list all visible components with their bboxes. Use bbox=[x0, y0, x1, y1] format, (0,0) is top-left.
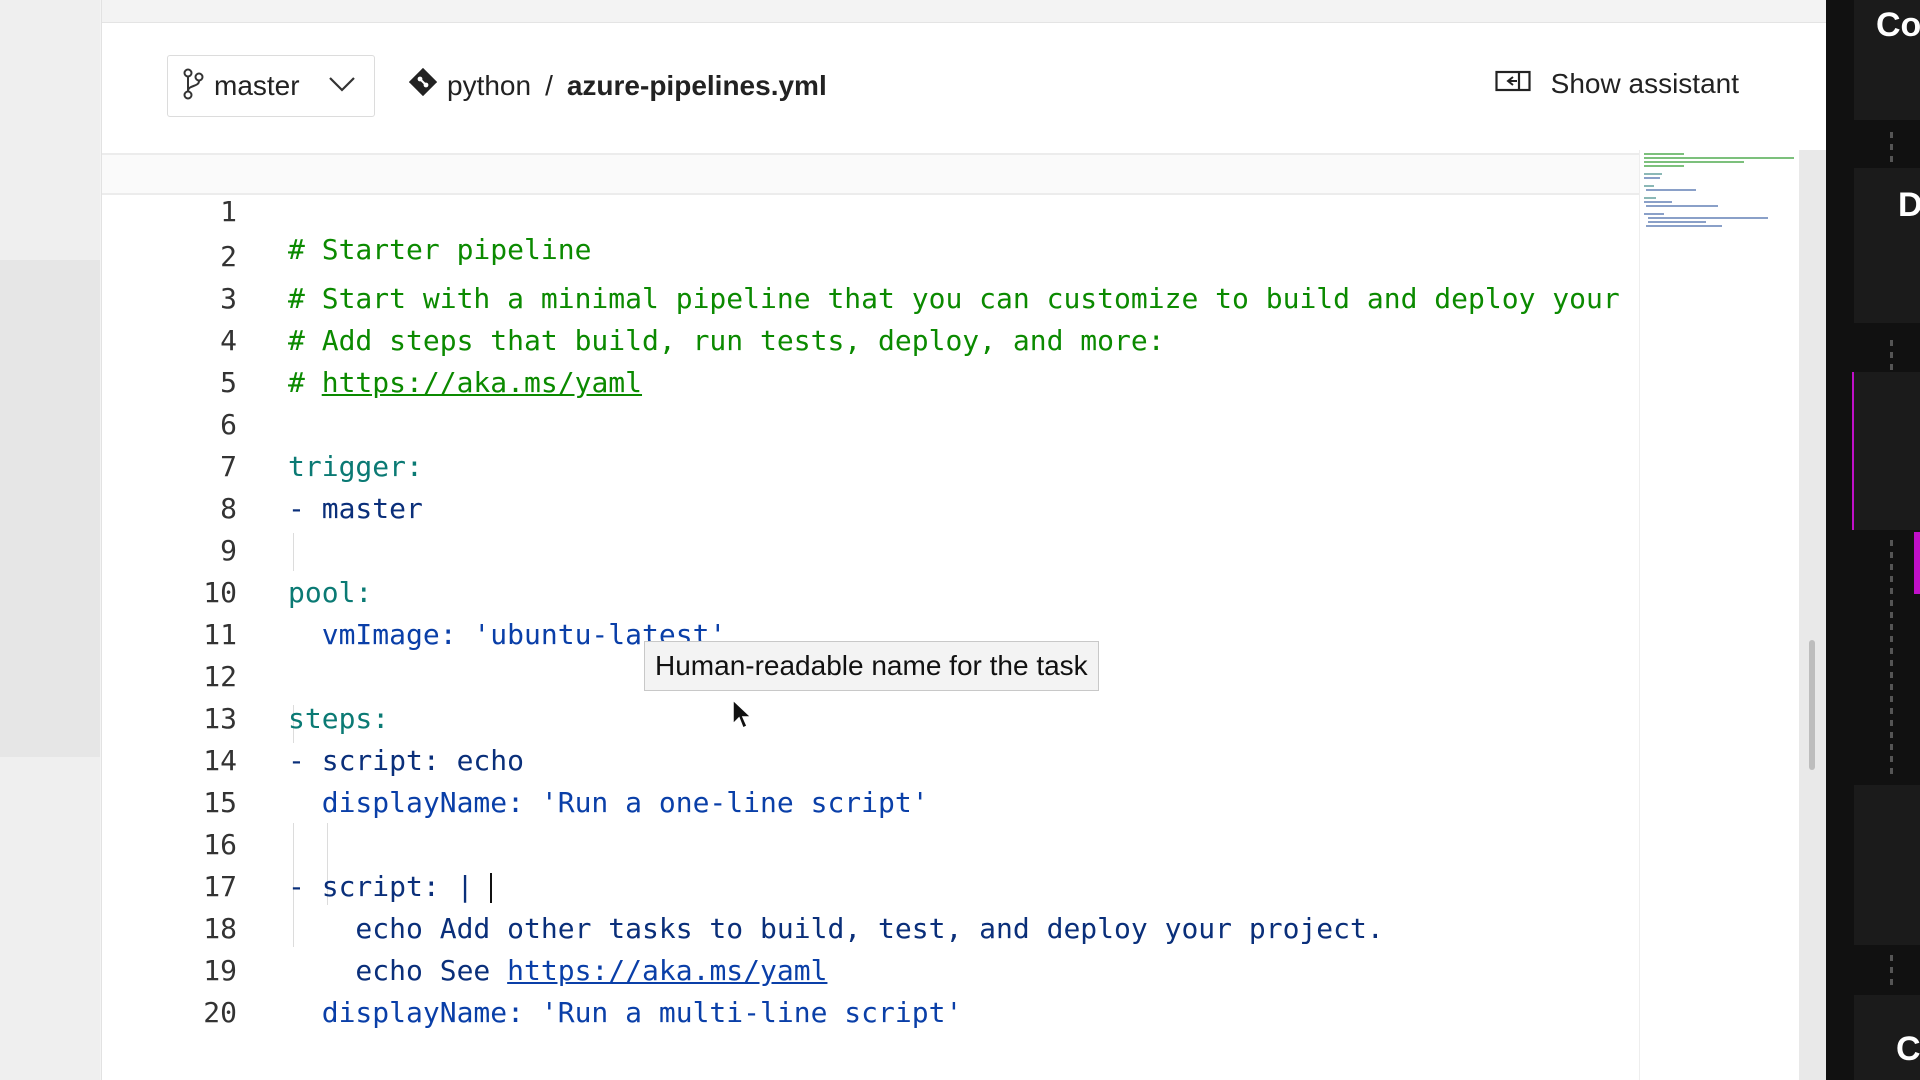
code-line: 5 bbox=[102, 320, 1639, 399]
minimap-line bbox=[1644, 185, 1654, 187]
minimap-line bbox=[1644, 197, 1656, 199]
code-line: 10 vmImage: 'ubuntu-latest' bbox=[102, 530, 1639, 651]
editor-page: master python / azure-pipelines.yml Show… bbox=[101, 0, 1827, 1080]
scrollbar-thumb[interactable] bbox=[1809, 640, 1815, 770]
code-line: 3 # Add steps that build, run tests, dep… bbox=[102, 236, 1639, 357]
branch-name: master bbox=[214, 70, 300, 101]
left-panel bbox=[0, 0, 100, 1080]
right-dark-panel: Co D C bbox=[1826, 0, 1920, 1080]
panel-label: Co bbox=[1876, 6, 1920, 44]
minimap-line bbox=[1644, 213, 1664, 215]
code-line: 6 trigger: bbox=[102, 362, 1639, 483]
code-line: 4 # https://aka.ms/yaml bbox=[102, 278, 1639, 399]
code-editor[interactable]: 1 # Starter pipeline 2 # Start with a mi… bbox=[102, 150, 1639, 1080]
code-line: 2 # Start with a minimal pipeline that y… bbox=[102, 194, 1639, 315]
panel-connector bbox=[1890, 340, 1893, 370]
panel-accent bbox=[1914, 532, 1920, 594]
show-assistant-label: Show assistant bbox=[1550, 68, 1739, 99]
code-line: 14 displayName: 'Run a one-line script' bbox=[102, 698, 1639, 819]
vertical-scrollbar[interactable] bbox=[1799, 150, 1827, 1080]
code-line: 1 # Starter pipeline bbox=[102, 153, 1639, 266]
code-line: 17 echo Add other tasks to build, test, … bbox=[102, 824, 1639, 945]
mouse-pointer-icon bbox=[732, 698, 753, 736]
assistant-panel-icon bbox=[1495, 68, 1531, 100]
breadcrumb-file: azure-pipelines.yml bbox=[566, 69, 827, 101]
panel-block bbox=[1854, 372, 1920, 530]
chevron-down-icon bbox=[328, 76, 356, 97]
line-number: 20 bbox=[203, 996, 237, 1029]
breadcrumb-separator: / bbox=[545, 69, 553, 101]
minimap-line bbox=[1644, 177, 1660, 179]
minimap-line bbox=[1644, 165, 1684, 167]
show-assistant-button[interactable]: Show assistant bbox=[1495, 68, 1739, 100]
minimap-line bbox=[1646, 205, 1718, 207]
code-line: 15 bbox=[102, 740, 1639, 819]
minimap-line bbox=[1648, 217, 1768, 219]
breadcrumb-repo[interactable]: python bbox=[447, 70, 531, 102]
code-line: 16 - script: | bbox=[102, 782, 1639, 903]
code-line: 11 bbox=[102, 572, 1639, 651]
breadcrumb: python / azure-pipelines.yml bbox=[408, 67, 827, 103]
top-band bbox=[102, 0, 1827, 23]
minimap[interactable] bbox=[1639, 150, 1800, 1080]
code-text: displayName: 'Run a multi-line script' bbox=[288, 996, 963, 1029]
panel-connector bbox=[1890, 132, 1893, 162]
hover-tooltip: Human-readable name for the task bbox=[644, 641, 1099, 691]
minimap-line bbox=[1644, 201, 1672, 203]
panel-label: C bbox=[1896, 1030, 1920, 1068]
code-line: 8 bbox=[102, 446, 1639, 525]
left-panel-section bbox=[0, 260, 100, 757]
repo-icon bbox=[408, 67, 438, 103]
minimap-line bbox=[1644, 153, 1684, 155]
code-line: 20 bbox=[102, 950, 1639, 1029]
panel-label: D bbox=[1898, 186, 1920, 224]
minimap-line bbox=[1644, 157, 1794, 159]
panel-connector bbox=[1890, 540, 1893, 780]
minimap-line bbox=[1644, 161, 1744, 163]
minimap-line bbox=[1648, 221, 1706, 223]
branch-selector[interactable]: master bbox=[167, 55, 375, 117]
minimap-line bbox=[1644, 173, 1662, 175]
code-line: 18 echo See https://aka.ms/yaml bbox=[102, 866, 1639, 987]
minimap-line bbox=[1646, 189, 1696, 191]
code-line: 7 - master bbox=[102, 404, 1639, 525]
branch-icon bbox=[182, 68, 204, 105]
panel-connector bbox=[1890, 955, 1893, 985]
code-line: 19 displayName: 'Run a multi-line script… bbox=[102, 908, 1639, 1029]
minimap-line bbox=[1646, 225, 1722, 227]
panel-block bbox=[1854, 785, 1920, 945]
code-line: 9 pool: bbox=[102, 488, 1639, 609]
